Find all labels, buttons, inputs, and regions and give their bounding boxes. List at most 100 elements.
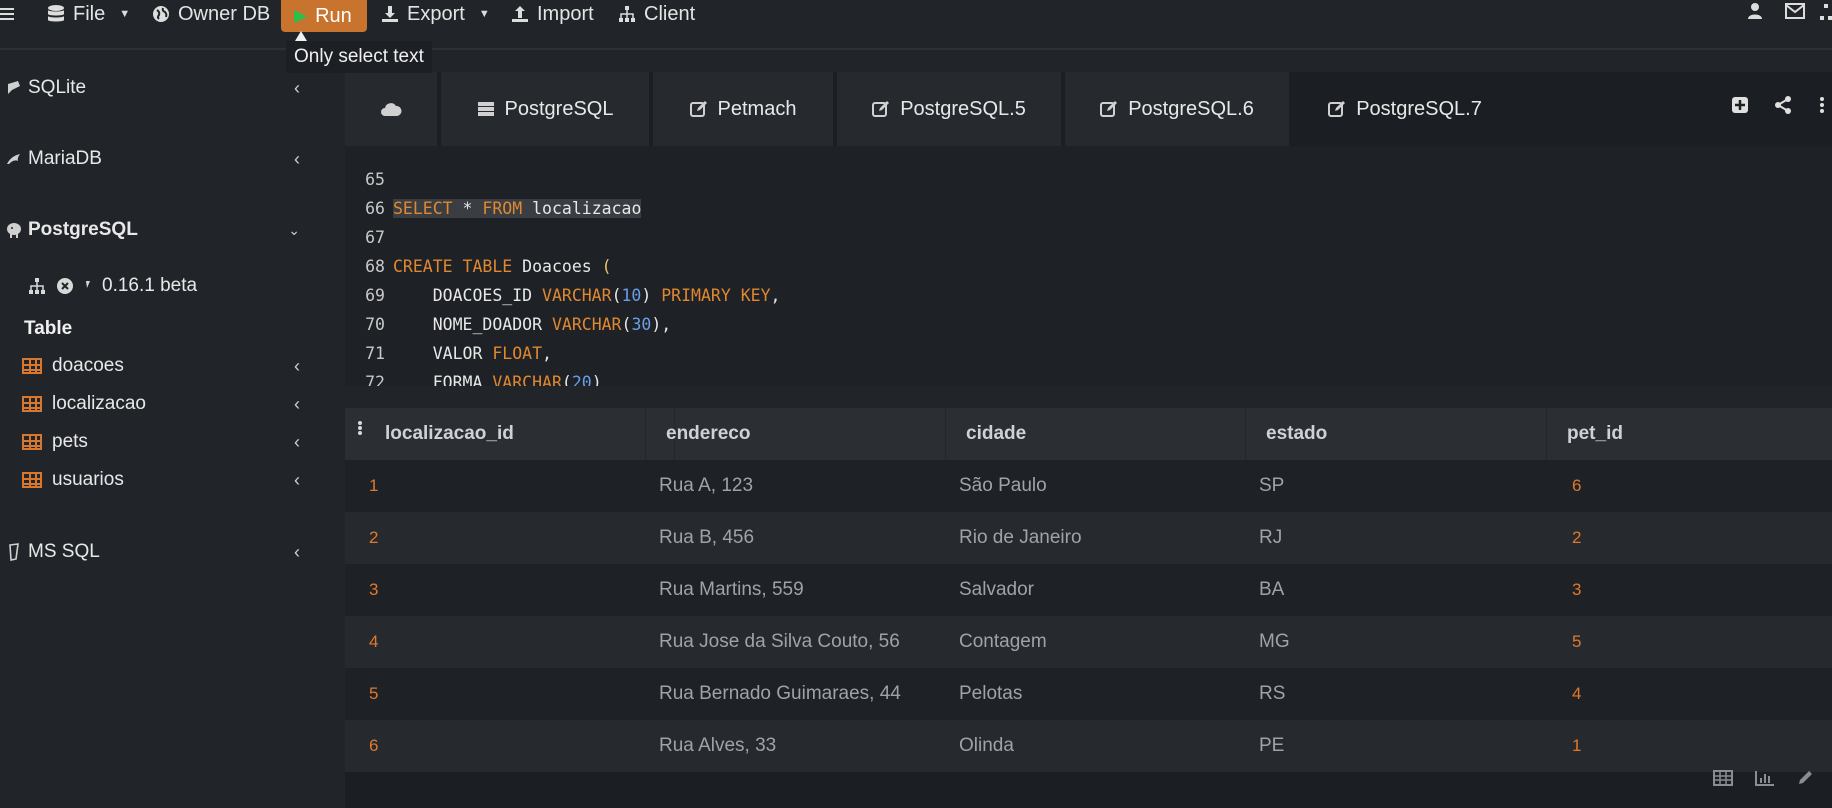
grid-header: localizacao_id endereco cidade estado pe… bbox=[345, 408, 1832, 460]
export-menu[interactable]: Export ▼ bbox=[381, 0, 490, 28]
column-header[interactable]: pet_id bbox=[1547, 408, 1832, 460]
hamburger-menu-button[interactable] bbox=[0, 0, 14, 28]
share-icon[interactable] bbox=[1774, 96, 1792, 120]
cloud-icon bbox=[380, 101, 402, 117]
code-punct: ), bbox=[651, 314, 672, 334]
table-view-icon[interactable] bbox=[1713, 770, 1733, 791]
sidebar-table-localizacao[interactable]: localizacao ‹ bbox=[22, 388, 322, 420]
sidebar-group-postgresql[interactable]: PostgreSQL ⌄ bbox=[0, 210, 322, 250]
code-punct: ) bbox=[641, 285, 662, 305]
add-tab-icon[interactable] bbox=[1731, 96, 1749, 120]
table-row[interactable]: 1 Rua A, 123 São Paulo SP 6 bbox=[345, 460, 1832, 512]
tab-cloud[interactable] bbox=[345, 72, 439, 146]
edit-view-icon[interactable] bbox=[1797, 770, 1813, 791]
chevron-left-icon: ‹ bbox=[294, 77, 300, 98]
column-menu-icon[interactable] bbox=[357, 420, 363, 441]
table-row[interactable]: 2 Rua B, 456 Rio de Janeiro RJ 2 bbox=[345, 512, 1832, 564]
cell-localizacao-id: 6 bbox=[369, 736, 379, 755]
code-punct: ( bbox=[621, 314, 632, 334]
mail-icon[interactable] bbox=[1785, 3, 1805, 19]
database-icon bbox=[47, 4, 65, 24]
chart-view-icon[interactable] bbox=[1755, 770, 1775, 791]
line-number: 72 bbox=[365, 372, 385, 387]
code-text: * bbox=[452, 198, 483, 218]
file-menu-label: File bbox=[73, 2, 106, 25]
table-row[interactable]: 3 Rua Martins, 559 Salvador BA 3 bbox=[345, 564, 1832, 616]
sidebar-table-pets[interactable]: pets ‹ bbox=[22, 426, 322, 458]
table-icon bbox=[22, 434, 42, 450]
sitemap-icon bbox=[618, 5, 636, 23]
chevron-left-icon: ‹ bbox=[294, 148, 300, 169]
owner-db-button[interactable]: Owner DB bbox=[152, 0, 270, 28]
column-header[interactable]: endereco bbox=[645, 408, 946, 460]
server-icon bbox=[477, 101, 495, 117]
chevron-left-icon: ‹ bbox=[294, 431, 300, 452]
code-text: Doacoes bbox=[512, 256, 602, 276]
cell-cidade: São Paulo bbox=[959, 475, 1047, 496]
sidebar-table-doacoes[interactable]: doacoes ‹ bbox=[22, 350, 322, 382]
code-punct: ) bbox=[591, 372, 602, 387]
sidebar-table-usuarios[interactable]: usuarios ‹ bbox=[22, 464, 322, 496]
sitemap-icon[interactable] bbox=[1820, 3, 1832, 21]
server-icon bbox=[0, 543, 28, 561]
cell-estado: MG bbox=[1259, 631, 1290, 652]
import-button[interactable]: Import bbox=[511, 0, 594, 28]
download-icon bbox=[381, 5, 399, 23]
code-punct: ( bbox=[611, 285, 622, 305]
code-type: VARCHAR bbox=[551, 314, 622, 334]
hamburger-icon bbox=[0, 6, 14, 22]
code-type: FLOAT bbox=[492, 343, 543, 363]
cell-pet-id: 6 bbox=[1572, 476, 1582, 495]
line-number: 71 bbox=[365, 343, 385, 363]
column-header[interactable]: estado bbox=[1246, 408, 1547, 460]
more-vertical-icon[interactable] bbox=[1819, 96, 1825, 120]
line-number: 68 bbox=[365, 256, 385, 276]
close-circle-icon[interactable] bbox=[56, 277, 74, 295]
column-header[interactable]: localizacao_id bbox=[375, 408, 675, 460]
sidebar-group-label: SQLite bbox=[28, 77, 87, 98]
table-row[interactable]: 6 Rua Alves, 33 Olinda PE 1 bbox=[345, 720, 1832, 772]
sidebar-group-label: PostgreSQL bbox=[28, 219, 138, 240]
cell-pet-id: 5 bbox=[1572, 632, 1582, 651]
cell-cidade: Contagem bbox=[959, 631, 1047, 652]
run-button[interactable]: ▶ Run bbox=[281, 0, 367, 32]
code-text: VALOR bbox=[393, 343, 493, 363]
sidebar-table-label: localizacao bbox=[52, 393, 146, 414]
tooltip-arrow bbox=[295, 31, 307, 41]
code-number: 30 bbox=[631, 314, 652, 334]
cell-cidade: Pelotas bbox=[959, 683, 1023, 704]
cell-endereco: Rua Jose da Silva Couto, 56 bbox=[659, 631, 900, 652]
tab-postgresql-6[interactable]: PostgreSQL.6 bbox=[1065, 72, 1291, 146]
sidebar-group-sqlite[interactable]: SQLite ‹ bbox=[0, 68, 322, 108]
chevron-left-icon: ‹ bbox=[294, 393, 300, 414]
cell-localizacao-id: 5 bbox=[369, 684, 379, 703]
owner-db-label: Owner DB bbox=[178, 2, 271, 25]
sidebar-group-mssql[interactable]: MS SQL ‹ bbox=[0, 532, 322, 572]
user-icon[interactable] bbox=[1747, 2, 1763, 20]
cell-endereco: Rua A, 123 bbox=[659, 475, 754, 496]
table-row[interactable]: 4 Rua Jose da Silva Couto, 56 Contagem M… bbox=[345, 616, 1832, 668]
code-text: NOME_DOADOR bbox=[393, 314, 552, 334]
tab-postgresql[interactable]: PostgreSQL bbox=[441, 72, 651, 146]
column-header[interactable]: cidade bbox=[946, 408, 1246, 460]
tab-postgresql-5[interactable]: PostgreSQL.5 bbox=[837, 72, 1063, 146]
file-menu[interactable]: File ▼ bbox=[47, 0, 130, 28]
feather-icon bbox=[0, 80, 28, 96]
tab-postgresql-7[interactable]: PostgreSQL.7 bbox=[1293, 72, 1519, 146]
sidebar-group-mariadb[interactable]: MariaDB ‹ bbox=[0, 139, 322, 179]
tab-petmach[interactable]: Petmach bbox=[653, 72, 835, 146]
sitemap-icon[interactable] bbox=[28, 277, 46, 295]
client-button[interactable]: Client bbox=[618, 0, 695, 28]
code-line: 71 VALOR FLOAT, bbox=[345, 339, 552, 367]
sql-editor[interactable]: 65 66 SELECT * FROM localizacao 67 68 CR… bbox=[345, 146, 1832, 386]
sidebar-group-label: MariaDB bbox=[28, 148, 102, 169]
edit-icon bbox=[1328, 100, 1346, 118]
code-text: localizacao bbox=[522, 198, 642, 218]
edit-icon bbox=[872, 100, 890, 118]
cell-estado: SP bbox=[1259, 475, 1285, 496]
table-row[interactable]: 5 Rua Bernado Guimaraes, 44 Pelotas RS 4 bbox=[345, 668, 1832, 720]
cell-pet-id: 3 bbox=[1572, 580, 1582, 599]
upload-icon bbox=[511, 5, 529, 23]
table-icon bbox=[22, 472, 42, 488]
code-punct: ( bbox=[561, 372, 572, 387]
